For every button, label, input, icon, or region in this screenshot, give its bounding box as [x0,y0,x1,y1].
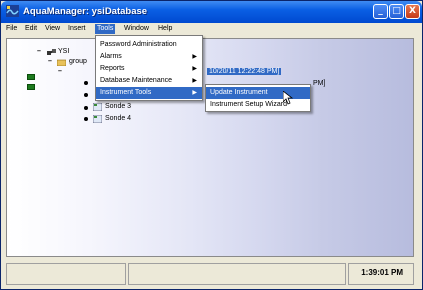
tree-node-label[interactable]: Sonde 4 [105,115,131,122]
menu-item-label: Instrument Tools [100,89,152,96]
tree-expand-icon[interactable]: – [48,58,52,65]
tree-group-label[interactable]: group [69,58,87,65]
tree-node-label[interactable]: Sonde 3 [105,103,131,110]
status-bar: 1:39:01 PM [6,263,414,287]
menu-item-instrument-setup-wizard[interactable]: Instrument Setup Wizard [206,99,310,111]
tree-node-bullet [84,106,88,110]
status-time: 1:39:01 PM [361,268,403,277]
menu-item-label: Instrument Setup Wizard [210,101,288,108]
menu-item-reports[interactable]: Reports ▶ [96,63,202,75]
tree-node-bullet [84,93,88,97]
menu-file[interactable]: File [4,24,19,34]
status-panel [128,263,346,285]
menu-item-password-administration[interactable]: Password Administration [96,39,202,51]
menu-insert[interactable]: Insert [66,24,88,34]
tree-expand-icon[interactable]: – [58,68,62,75]
submenu-arrow-icon: ▶ [192,78,197,84]
tree-selected-timestamp[interactable]: 10/20/11 12:22:48 PM] [207,68,282,75]
submenu-arrow-icon: ▶ [192,90,197,96]
window-title: AquaManager: ysiDatabase [23,6,148,17]
minimize-icon: _ [378,6,383,16]
menu-view[interactable]: View [43,24,62,34]
tree-timestamp-suffix: PM] [313,80,326,87]
folder-icon [57,59,66,66]
menu-item-label: Update Instrument [210,89,268,96]
menu-item-label: Alarms [100,53,122,60]
menu-item-label: Password Administration [100,41,177,48]
menu-item-instrument-tools[interactable]: Instrument Tools ▶ [96,87,202,99]
menu-help[interactable]: Help [156,24,174,34]
status-indicator-icon [27,84,35,90]
tree-node-bullet [84,81,88,85]
maximize-button[interactable]: □ [389,4,404,19]
sonde-icon [93,103,102,111]
maximize-icon: □ [392,6,401,16]
menu-edit[interactable]: Edit [23,24,39,34]
status-panel [6,263,126,285]
menu-item-alarms[interactable]: Alarms ▶ [96,51,202,63]
submenu-arrow-icon: ▶ [192,66,197,72]
app-window: AquaManager: ysiDatabase _ □ X File Edit… [0,0,423,290]
network-icon [47,49,56,55]
close-button[interactable]: X [405,4,420,19]
status-indicator-icon [27,74,35,80]
menu-tools[interactable]: Tools [95,24,116,34]
menu-bar: File Edit View Insert Tools Window Help [1,23,422,35]
title-bar[interactable]: AquaManager: ysiDatabase _ □ X [1,1,422,23]
submenu-arrow-icon: ▶ [192,54,197,60]
tree-expand-icon[interactable]: – [37,48,41,55]
close-icon: X [409,6,416,16]
tree-root-label[interactable]: YSI [58,48,69,55]
minimize-button[interactable]: _ [373,4,388,19]
tools-dropdown-menu: Password Administration Alarms ▶ Reports… [95,35,203,101]
status-time-panel: 1:39:01 PM [348,263,414,285]
tree-node-bullet [84,117,88,121]
sonde-icon [93,115,102,123]
menu-item-database-maintenance[interactable]: Database Maintenance ▶ [96,75,202,87]
menu-item-label: Database Maintenance [100,77,172,84]
workspace-panel: – YSI – group – Sonde 3 Sonde 4 10/20/11… [6,38,414,257]
mouse-cursor-icon [283,91,294,105]
instrument-tools-submenu: Update Instrument Instrument Setup Wizar… [205,84,311,112]
app-icon [6,5,19,17]
menu-window[interactable]: Window [122,24,151,34]
menu-item-update-instrument[interactable]: Update Instrument [206,87,310,99]
menu-item-label: Reports [100,65,125,72]
